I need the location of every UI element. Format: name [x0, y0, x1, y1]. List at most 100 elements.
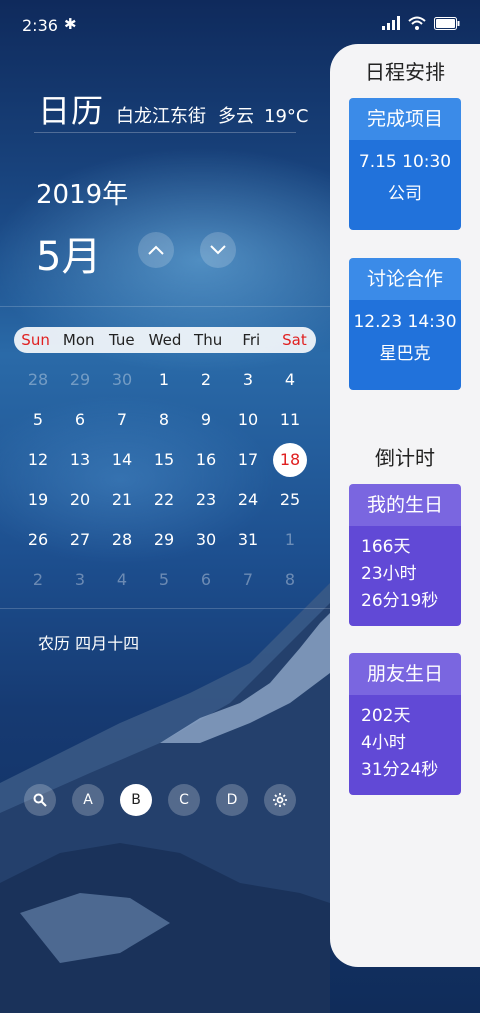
calendar-day[interactable]: 12 — [17, 440, 59, 480]
header-divider — [34, 132, 296, 133]
countdown-hours: 23小时 — [361, 564, 417, 584]
calendar-day[interactable]: 4 — [101, 560, 143, 600]
battery-icon — [434, 16, 460, 30]
calendar-day[interactable]: 13 — [59, 440, 101, 480]
weekday-tue: Tue — [109, 331, 135, 349]
calendar-day[interactable]: 14 — [101, 440, 143, 480]
event-datetime: 7.15 10:30 — [358, 152, 452, 172]
calendar-day[interactable]: 11 — [269, 400, 311, 440]
calendar-day[interactable]: 10 — [227, 400, 269, 440]
weekday-mon: Mon — [62, 331, 95, 349]
calendar-day[interactable]: 7 — [101, 400, 143, 440]
calendar-day[interactable]: 15 — [143, 440, 185, 480]
calendar-day[interactable]: 29 — [143, 520, 185, 560]
countdown-card[interactable]: 我的生日 166天 23小时 26分19秒 — [349, 484, 461, 626]
event-title: 讨论合作 — [349, 258, 461, 300]
countdown-name: 朋友生日 — [349, 653, 461, 695]
event-body: 7.15 10:30 公司 — [349, 140, 461, 230]
settings-button[interactable] — [264, 784, 296, 816]
schedule-title: 日程安排 — [365, 60, 445, 84]
calendar-day[interactable]: 30 — [101, 360, 143, 400]
bluetooth-icon: ✱ — [64, 15, 77, 33]
calendar-week-row: 19 20 21 22 23 24 25 — [17, 480, 311, 520]
calendar-divider-bottom — [0, 608, 330, 609]
status-icons — [382, 16, 460, 30]
calendar-day[interactable]: 1 — [143, 360, 185, 400]
calendar-day[interactable]: 3 — [227, 360, 269, 400]
event-card[interactable]: 讨论合作 12.23 14:30 星巴克 — [349, 258, 461, 390]
event-title: 完成项目 — [349, 98, 461, 140]
calendar-day[interactable]: 2 — [17, 560, 59, 600]
toolbar: A B C D — [24, 784, 296, 816]
calendar-day[interactable]: 8 — [143, 400, 185, 440]
calendar-day[interactable]: 8 — [269, 560, 311, 600]
lunar-date: 农历 四月十四 — [38, 634, 140, 653]
weekday-wed: Wed — [148, 331, 182, 349]
calendar-day[interactable]: 19 — [17, 480, 59, 520]
countdown-days: 202天 — [361, 706, 411, 726]
calendar-week-row: 28 29 30 1 2 3 4 — [17, 360, 311, 400]
calendar-day[interactable]: 31 — [227, 520, 269, 560]
event-place: 星巴克 — [379, 344, 431, 364]
calendar-day[interactable]: 28 — [101, 520, 143, 560]
app-title: 日历 — [38, 92, 105, 130]
search-button[interactable] — [24, 784, 56, 816]
calendar-day-today[interactable]: 18 — [269, 440, 311, 480]
calendar-week-row: 2 3 4 5 6 7 8 — [17, 560, 311, 600]
calendar-day[interactable]: 29 — [59, 360, 101, 400]
calendar-day[interactable]: 2 — [185, 360, 227, 400]
calendar-day[interactable]: 20 — [59, 480, 101, 520]
calendar-day[interactable]: 21 — [101, 480, 143, 520]
calendar-grid: 28 29 30 1 2 3 4 5 6 7 8 9 10 11 12 13 1… — [17, 360, 311, 600]
previous-month-button[interactable] — [138, 232, 174, 268]
today-marker: 18 — [273, 443, 307, 477]
countdown-minsec: 26分19秒 — [361, 591, 439, 611]
theme-b-button[interactable]: B — [120, 784, 152, 816]
countdown-minsec: 31分24秒 — [361, 760, 439, 780]
header: 日历 白龙江东街 多云 19°C — [38, 86, 309, 132]
calendar-day[interactable]: 24 — [227, 480, 269, 520]
calendar-day[interactable]: 22 — [143, 480, 185, 520]
calendar-day[interactable]: 4 — [269, 360, 311, 400]
countdown-days: 166天 — [361, 537, 411, 557]
event-datetime: 12.23 14:30 — [353, 312, 457, 332]
calendar-day[interactable]: 28 — [17, 360, 59, 400]
calendar-day[interactable]: 17 — [227, 440, 269, 480]
countdown-body: 202天 4小时 31分24秒 — [349, 695, 461, 795]
calendar-day[interactable]: 5 — [143, 560, 185, 600]
theme-c-button[interactable]: C — [168, 784, 200, 816]
calendar-divider-top — [0, 306, 330, 307]
theme-a-button[interactable]: A — [72, 784, 104, 816]
signal-icon — [382, 16, 400, 30]
calendar-day[interactable]: 27 — [59, 520, 101, 560]
countdown-name: 我的生日 — [349, 484, 461, 526]
countdown-card[interactable]: 朋友生日 202天 4小时 31分24秒 — [349, 653, 461, 795]
countdown-body: 166天 23小时 26分19秒 — [349, 526, 461, 626]
calendar-day[interactable]: 5 — [17, 400, 59, 440]
calendar-day[interactable]: 30 — [185, 520, 227, 560]
calendar-day[interactable]: 6 — [59, 400, 101, 440]
schedule-panel: 日程安排 完成项目 7.15 10:30 公司 讨论合作 12.23 14:30… — [330, 44, 480, 967]
calendar-day[interactable]: 3 — [59, 560, 101, 600]
calendar-day[interactable]: 23 — [185, 480, 227, 520]
calendar-day[interactable]: 1 — [269, 520, 311, 560]
calendar-day[interactable]: 16 — [185, 440, 227, 480]
event-place: 公司 — [388, 184, 422, 204]
location-label[interactable]: 白龙江东街 — [116, 102, 206, 128]
calendar-day[interactable]: 6 — [185, 560, 227, 600]
chevron-down-icon — [210, 245, 226, 255]
gear-icon — [273, 793, 287, 807]
month-label: 5月 — [36, 234, 102, 280]
weekday-thu: Thu — [194, 331, 223, 349]
theme-d-button[interactable]: D — [216, 784, 248, 816]
temperature-label: 19°C — [264, 106, 309, 127]
next-month-button[interactable] — [200, 232, 236, 268]
calendar-day[interactable]: 26 — [17, 520, 59, 560]
calendar-day[interactable]: 7 — [227, 560, 269, 600]
calendar-day[interactable]: 25 — [269, 480, 311, 520]
calendar-day[interactable]: 9 — [185, 400, 227, 440]
weekday-fri: Fri — [242, 331, 261, 349]
event-card[interactable]: 完成项目 7.15 10:30 公司 — [349, 98, 461, 230]
wifi-icon — [408, 16, 426, 30]
search-icon — [33, 793, 47, 807]
